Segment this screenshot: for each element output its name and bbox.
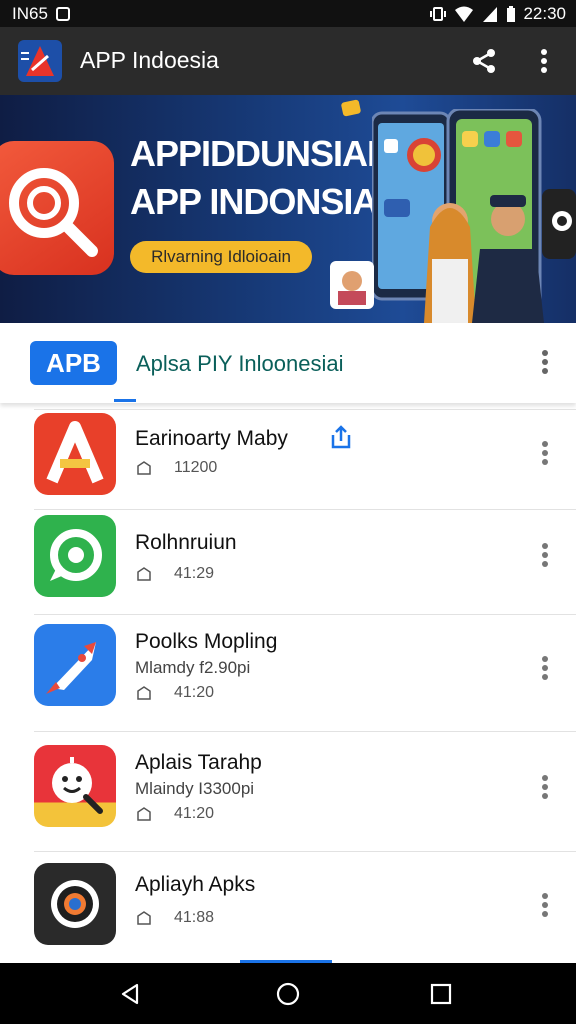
divider bbox=[34, 731, 576, 732]
notification-icon bbox=[55, 7, 70, 21]
scroll-indicator bbox=[240, 960, 332, 963]
vibrate-icon bbox=[430, 7, 447, 21]
banner-headline-1: APPIDDUNSIAI bbox=[130, 133, 377, 174]
app-toolbar: APP Indoesia bbox=[0, 27, 576, 95]
list-item[interactable]: Earinoarty Maby 11200 bbox=[0, 403, 576, 513]
app-name: Poolks Mopling bbox=[135, 630, 278, 653]
home-icon bbox=[137, 461, 151, 475]
divider bbox=[34, 614, 576, 615]
sparkle-illustration bbox=[341, 99, 361, 117]
list-item[interactable]: Rolhnruiun 41:29 bbox=[0, 509, 576, 615]
battery-icon bbox=[507, 6, 516, 22]
banner-pill-button[interactable]: Rlvarning Idloioain bbox=[130, 241, 312, 273]
app-name: Rolhnruiun bbox=[135, 531, 237, 554]
smiley-search-app-icon bbox=[34, 745, 116, 827]
home-icon bbox=[137, 686, 151, 700]
app-subtitle: Mlamdy f2.90pi bbox=[135, 658, 251, 677]
more-vert-icon[interactable] bbox=[536, 654, 554, 682]
camera-app-icon bbox=[34, 863, 116, 945]
rocket-app-icon bbox=[34, 624, 116, 706]
app-name: Earinoarty Maby bbox=[135, 427, 288, 450]
store-badge[interactable]: APB bbox=[30, 341, 117, 385]
system-nav-bar bbox=[0, 960, 576, 1024]
divider bbox=[34, 509, 576, 510]
back-nav-icon[interactable] bbox=[118, 982, 142, 1006]
list-item[interactable]: Poolks Mopling Mlamdy f2.90pi 41:20 bbox=[0, 614, 576, 732]
share-icon[interactable] bbox=[470, 47, 498, 75]
divider bbox=[34, 851, 576, 852]
list-item[interactable]: Aplais Tarahp Mlaindy I3300pi 41:20 bbox=[0, 731, 576, 851]
app-meta: 41:29 bbox=[174, 565, 215, 582]
status-time: 22:30 bbox=[523, 4, 566, 23]
app-meta: 41:20 bbox=[174, 684, 215, 701]
status-bar: IN65 22:30 bbox=[0, 0, 576, 27]
search-magnifier-icon bbox=[0, 141, 114, 275]
app-meta: 11200 bbox=[174, 459, 218, 476]
tab-indicator bbox=[114, 399, 136, 402]
app-a-icon bbox=[34, 413, 116, 495]
more-vert-icon[interactable] bbox=[536, 348, 554, 376]
app-name: Apliayh Apks bbox=[135, 873, 256, 896]
app-meta: 41:20 bbox=[174, 805, 215, 822]
photo-sticker-illustration bbox=[330, 261, 374, 309]
app-subtitle: Mlaindy I3300pi bbox=[135, 779, 255, 798]
more-vert-icon[interactable] bbox=[536, 541, 554, 569]
toolbar-title: APP Indoesia bbox=[80, 47, 219, 73]
home-icon bbox=[137, 807, 151, 821]
more-vert-icon[interactable] bbox=[535, 47, 553, 75]
section-header: APB Aplsa PIY Inloonesiai bbox=[0, 323, 576, 403]
divider bbox=[34, 409, 576, 410]
app-meta: 41:88 bbox=[174, 909, 215, 926]
more-vert-icon[interactable] bbox=[536, 439, 554, 467]
section-title: Aplsa PIY Inloonesiai bbox=[136, 351, 344, 376]
chat-app-icon bbox=[34, 515, 116, 597]
more-vert-icon[interactable] bbox=[536, 891, 554, 919]
share-icon[interactable] bbox=[330, 425, 352, 449]
wifi-icon bbox=[455, 6, 474, 22]
home-icon bbox=[137, 567, 151, 581]
app-logo-icon[interactable] bbox=[18, 40, 62, 82]
banner-headline-2: APP INDONSIA bbox=[130, 181, 378, 222]
status-left-text: IN65 bbox=[12, 4, 48, 23]
home-nav-icon[interactable] bbox=[276, 982, 300, 1006]
app-name: Aplais Tarahp bbox=[135, 751, 262, 774]
recents-nav-icon[interactable] bbox=[430, 983, 452, 1005]
promo-banner[interactable]: APPIDDUNSIAI APP INDONSIA Rlvarning Idlo… bbox=[0, 95, 576, 323]
home-icon bbox=[137, 911, 151, 925]
list-item[interactable]: Apliayh Apks 41:88 bbox=[0, 851, 576, 963]
signal-icon bbox=[483, 7, 498, 22]
more-vert-icon[interactable] bbox=[536, 773, 554, 801]
phone-illustration bbox=[372, 109, 576, 323]
